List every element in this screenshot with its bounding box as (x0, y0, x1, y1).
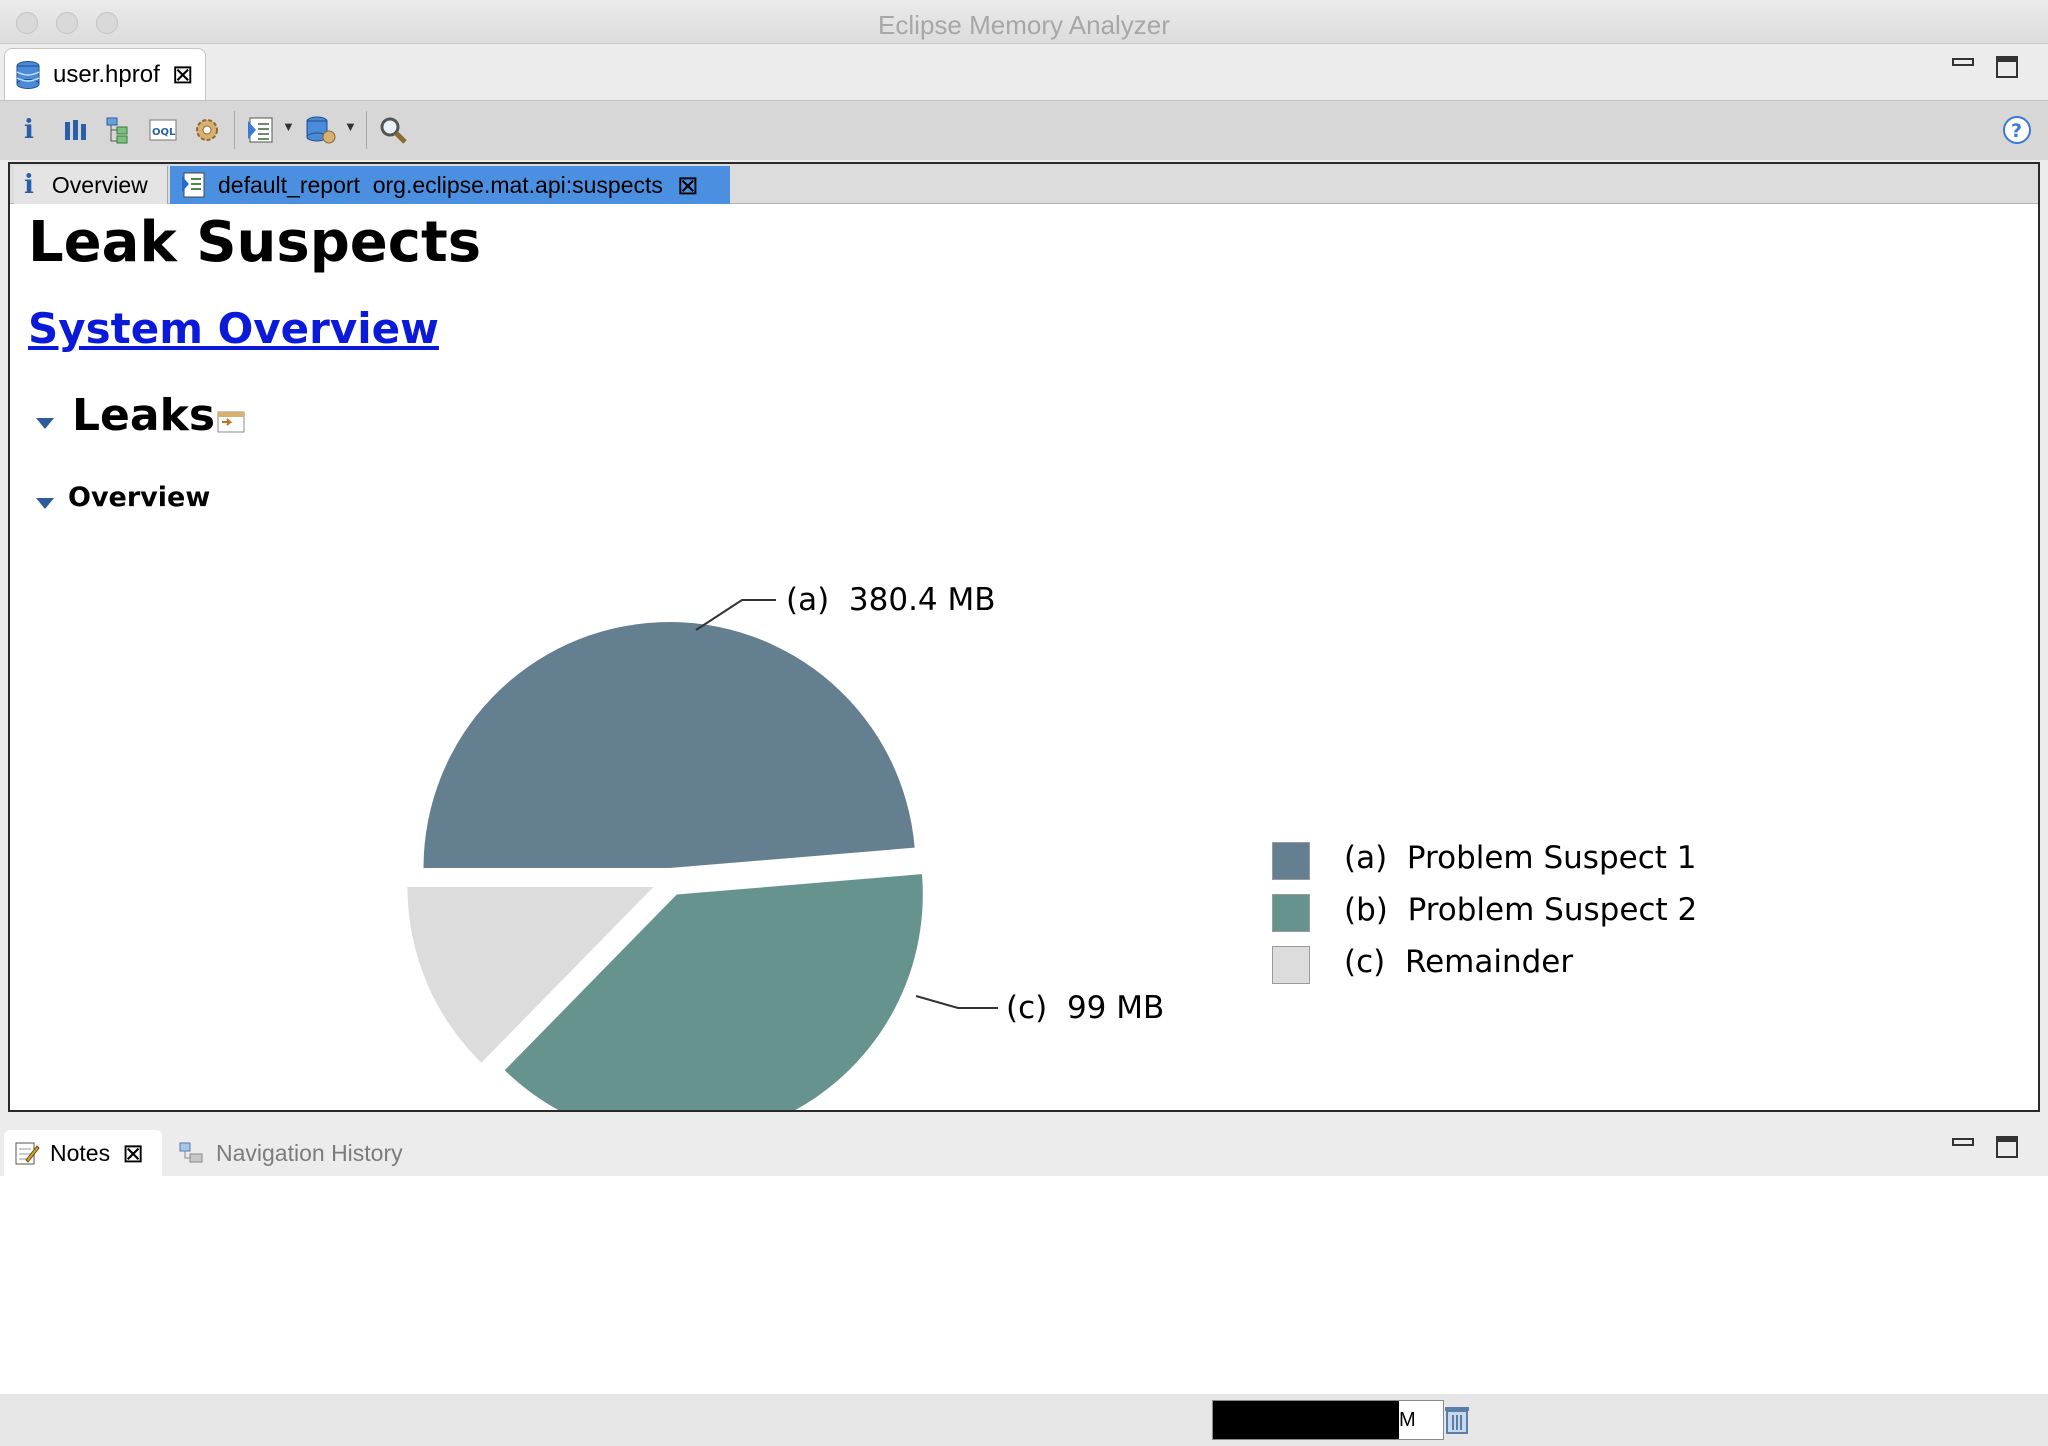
title-bar: Eclipse Memory Analyzer (0, 0, 2048, 44)
tab-label: Notes (50, 1139, 111, 1166)
tab-overview[interactable]: i Overview (14, 166, 168, 204)
window-title: Eclipse Memory Analyzer (878, 10, 1170, 40)
heap-status: M (1212, 1400, 1444, 1440)
tab-notes[interactable]: Notes ⊠ (4, 1130, 162, 1176)
heap-usage-fill (1213, 1401, 1399, 1439)
oql-icon[interactable]: OQL (146, 113, 180, 147)
minimize-icon[interactable] (1952, 58, 1974, 66)
pie-slice-a (423, 622, 915, 869)
minimize-icon[interactable] (1952, 1138, 1974, 1146)
dominator-tree-icon[interactable] (102, 113, 136, 147)
trash-icon[interactable] (1444, 1404, 1472, 1436)
report-editor: i Overview default_report org.eclipse.ma… (8, 162, 2040, 1112)
pie-chart: (a) 380.4 MB (c) 99 MB (407, 582, 1164, 1110)
tab-label: default_report org.eclipse.mat.api:suspe… (218, 171, 663, 198)
editor-tab-user-hprof[interactable]: user.hprof ⊠ (4, 48, 206, 100)
thread-overview-icon[interactable] (190, 113, 224, 147)
status-bar: M (0, 1394, 2048, 1446)
maximize-icon[interactable] (1996, 56, 2018, 78)
notes-icon (15, 1142, 40, 1165)
info-icon[interactable]: i (12, 113, 46, 147)
editor-tab-bar: user.hprof ⊠ (0, 44, 2048, 100)
editor-tab-label: user.hprof (53, 60, 160, 88)
report-icon (182, 172, 205, 198)
close-tab-icon[interactable]: ⊠ (122, 1138, 144, 1169)
tab-label: Overview (51, 171, 148, 198)
tab-label: Navigation History (216, 1139, 403, 1166)
legend-swatch (1272, 894, 1310, 932)
navigation-history-icon (179, 1142, 203, 1163)
svg-text:OQL: OQL (152, 127, 176, 138)
bottom-panel: Notes ⊠ Navigation History (0, 1124, 2048, 1394)
close-tab-icon[interactable]: ⊠ (172, 59, 194, 90)
legend-swatch (1272, 842, 1310, 880)
legend-label: (a) Problem Suspect 1 (1344, 840, 1697, 876)
heap-status-text: M (1399, 1408, 1416, 1431)
query-browser-icon[interactable] (304, 113, 338, 147)
help-icon[interactable]: ? (2000, 113, 2034, 147)
chevron-down-icon[interactable]: ▼ (344, 119, 357, 134)
database-icon (16, 60, 40, 89)
find-object-icon[interactable] (376, 113, 410, 147)
run-report-icon[interactable] (244, 113, 278, 147)
tab-navigation-history[interactable]: Navigation History (168, 1130, 413, 1176)
report-content: Leak Suspects System Overview Leaks Over… (10, 204, 2038, 1110)
tab-default-report[interactable]: default_report org.eclipse.mat.api:suspe… (170, 166, 730, 204)
svg-text:?: ? (2011, 120, 2022, 142)
info-icon: i (24, 170, 34, 200)
legend-swatch (1272, 946, 1310, 984)
legend-label: (b) Problem Suspect 2 (1344, 892, 1698, 928)
legend-label: (c) Remainder (1344, 944, 1574, 980)
close-tab-icon[interactable]: ⊠ (677, 170, 699, 201)
slice-label-a: (a) 380.4 MB (786, 582, 996, 618)
notes-text-area[interactable] (0, 1176, 2048, 1394)
histogram-icon[interactable] (58, 113, 92, 147)
maximize-icon[interactable] (1996, 1136, 2018, 1158)
report-tab-bar: i Overview default_report org.eclipse.ma… (10, 164, 2038, 204)
leader-line-c (915, 995, 998, 1009)
toolbar: i OQL ▼ ▼ ? (0, 100, 2048, 160)
chevron-down-icon[interactable]: ▼ (282, 119, 295, 134)
slice-label-c: (c) 99 MB (1006, 990, 1164, 1026)
bottom-tab-bar: Notes ⊠ Navigation History (0, 1124, 2048, 1176)
